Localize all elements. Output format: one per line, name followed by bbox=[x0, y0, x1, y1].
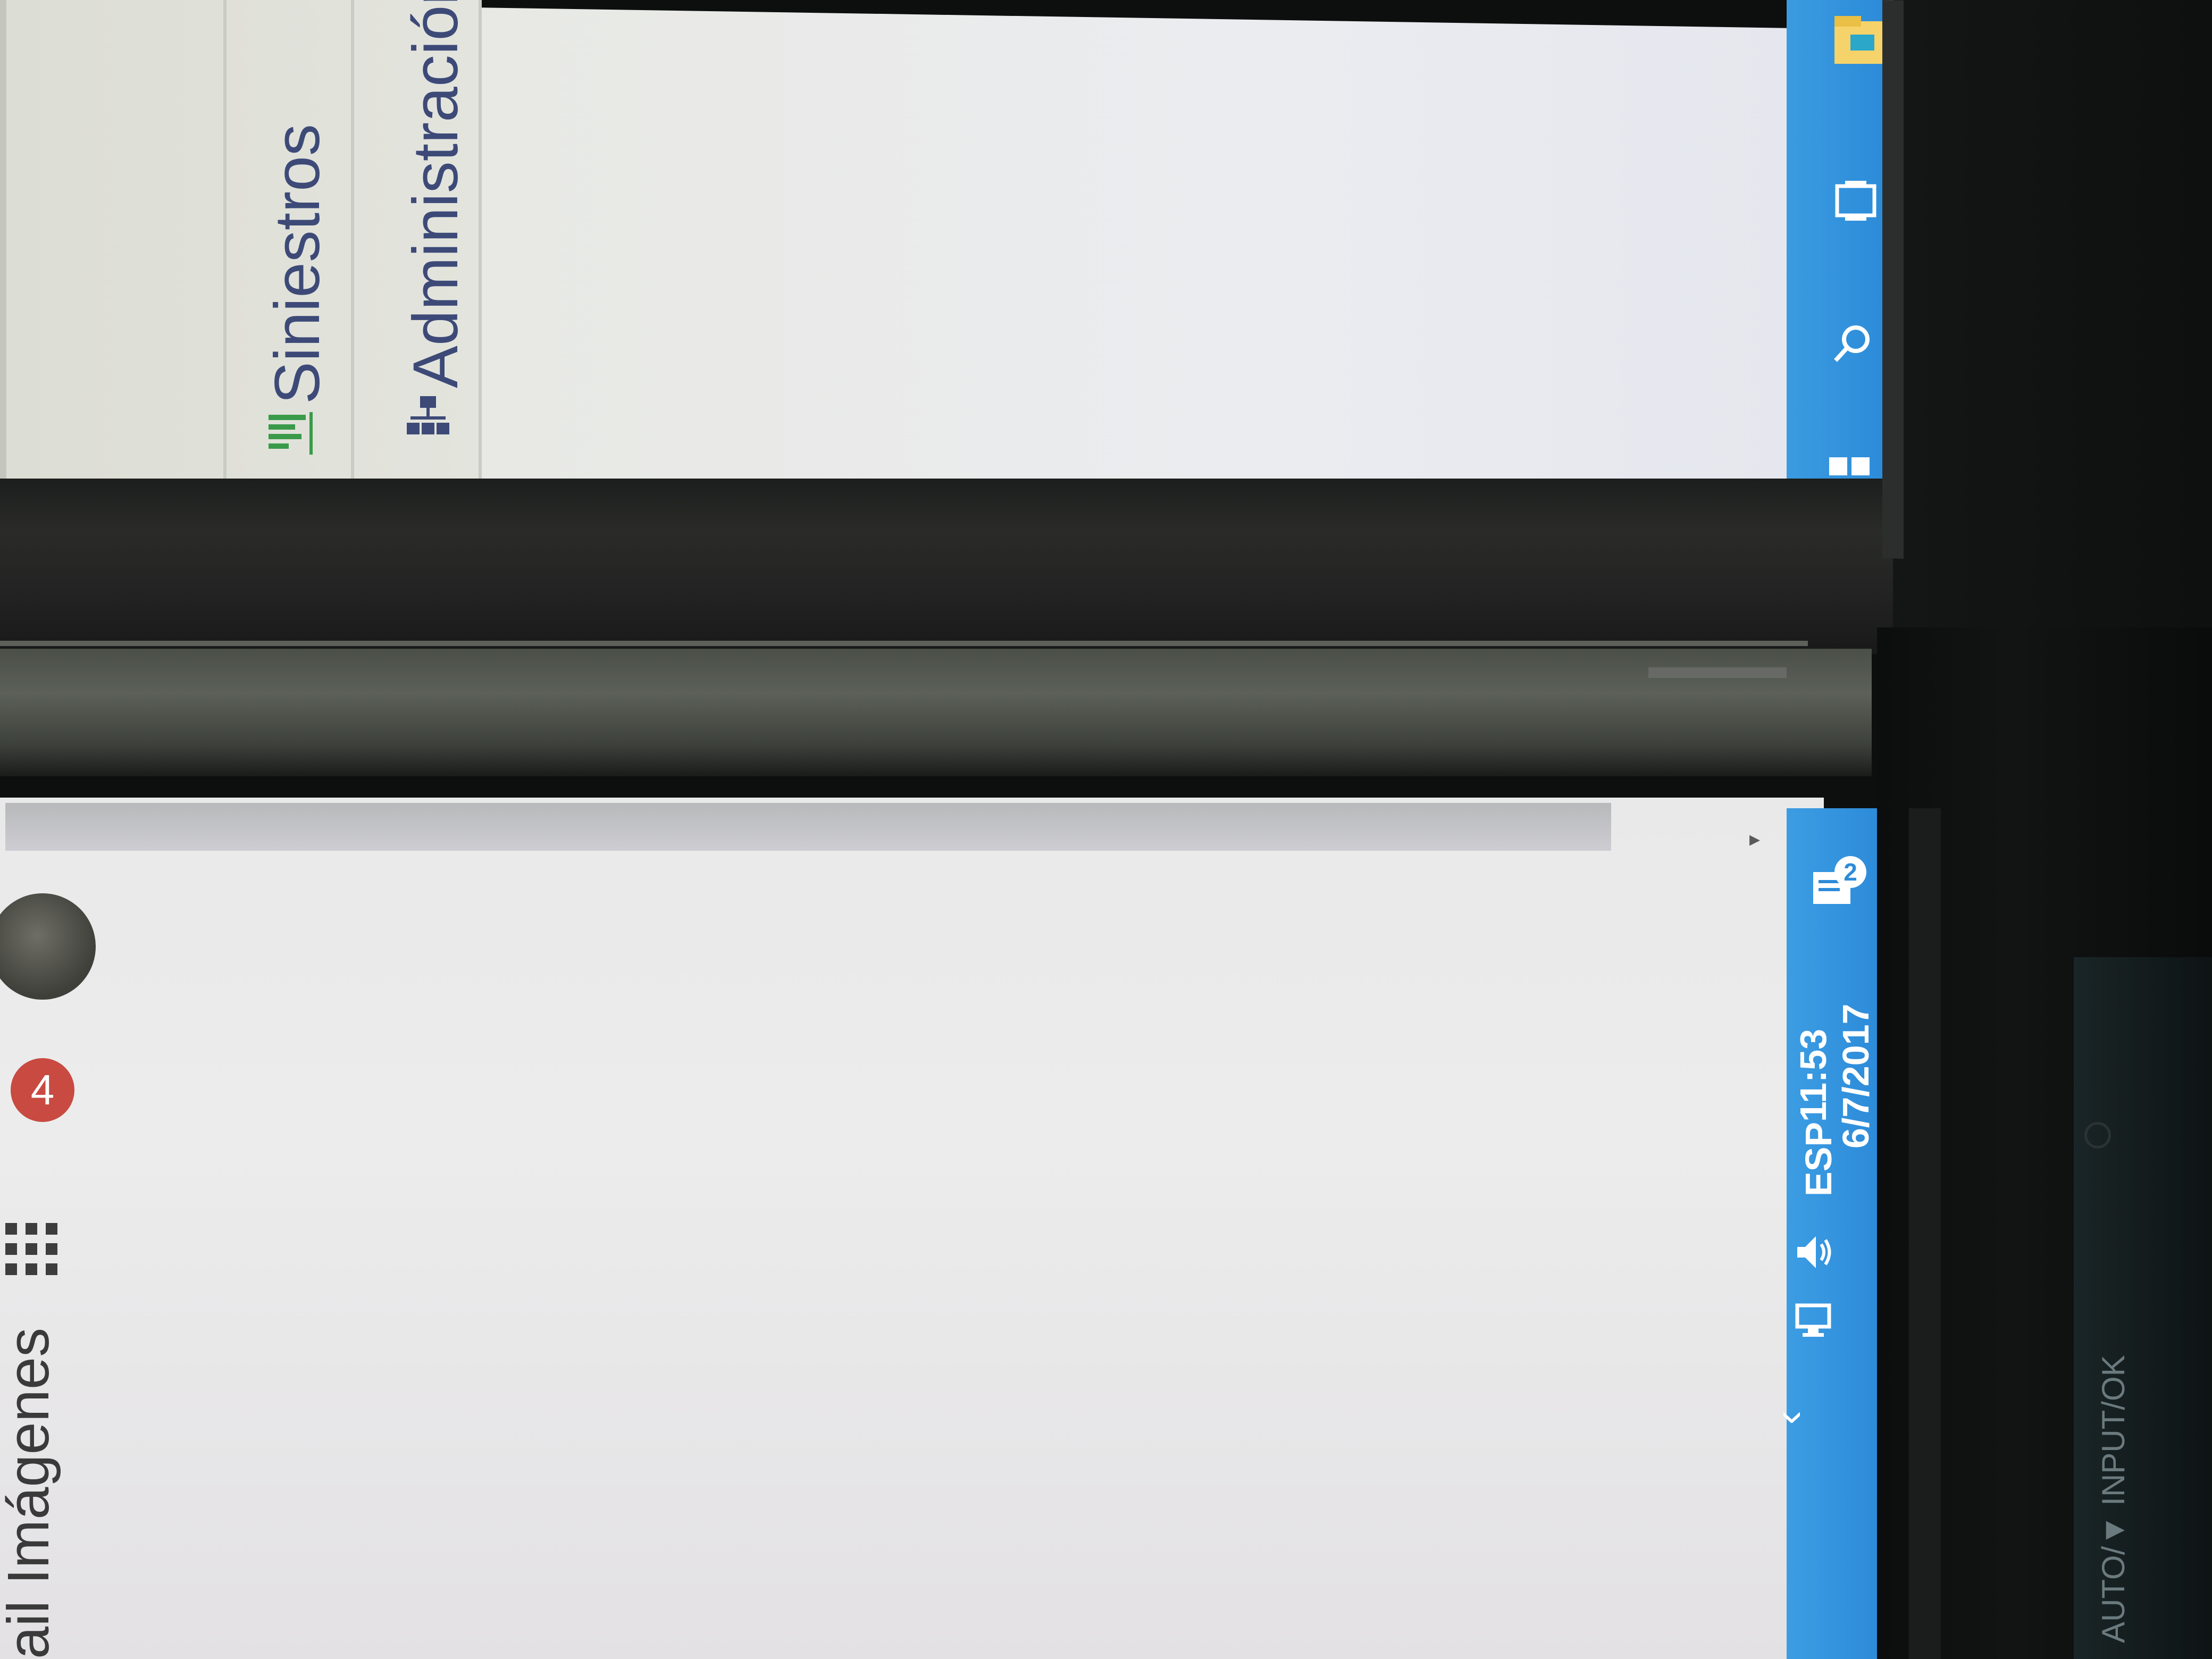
frame-edge bbox=[1909, 808, 1941, 1659]
notifications-badge[interactable]: 4 bbox=[11, 1058, 74, 1122]
nav-item-administracion[interactable]: Administración bbox=[393, 0, 473, 447]
sitemap-icon bbox=[407, 396, 449, 434]
network-icon[interactable] bbox=[1792, 1297, 1840, 1345]
clock[interactable]: 11:53 6/7/2017 bbox=[1792, 968, 1876, 1149]
power-button[interactable] bbox=[2084, 1122, 2111, 1149]
notification-count-badge: 2 bbox=[1834, 856, 1866, 888]
task-view-icon[interactable] bbox=[1829, 175, 1882, 229]
top-taskbar bbox=[1787, 0, 1893, 537]
nav-divider bbox=[223, 0, 227, 526]
top-monitor-bezel bbox=[0, 479, 1925, 654]
top-nav-edge bbox=[0, 0, 6, 532]
monitor-frame bbox=[1893, 0, 2212, 638]
gmail-link[interactable]: ail bbox=[0, 1601, 62, 1659]
apps-grid-icon[interactable] bbox=[5, 1223, 57, 1275]
clock-date: 6/7/2017 bbox=[1835, 1003, 1876, 1149]
bar-chart-icon bbox=[269, 412, 313, 455]
nav-divider bbox=[351, 0, 354, 526]
volume-icon[interactable] bbox=[1792, 1228, 1840, 1276]
bezel-seam bbox=[1648, 667, 1787, 678]
bottom-monitor-bezel bbox=[0, 649, 1872, 776]
horizontal-scrollbar[interactable] bbox=[5, 803, 1611, 851]
show-hidden-icons-icon[interactable]: ‹ bbox=[1764, 1411, 1813, 1425]
monitor-button-label: AUTO/▼ INPUT/OK bbox=[2096, 1355, 2131, 1643]
screen-edge bbox=[1882, 0, 1904, 559]
scroll-arrow-icon[interactable]: ▸ bbox=[1749, 827, 1760, 851]
clock-time: 11:53 bbox=[1792, 1028, 1834, 1122]
nav-item-label: Administración bbox=[400, 0, 471, 388]
nav-divider bbox=[479, 0, 482, 526]
action-center[interactable]: 2 bbox=[1808, 856, 1866, 920]
nav-item-label: Siniestros bbox=[262, 124, 333, 404]
search-icon[interactable] bbox=[1829, 319, 1877, 367]
bezel-edge bbox=[0, 641, 1808, 646]
frame-reflection bbox=[2074, 957, 2212, 1659]
bottom-monitor-screen bbox=[0, 798, 1824, 1659]
images-link[interactable]: Imágenes bbox=[0, 1328, 62, 1585]
nav-item-siniestros[interactable]: Siniestros bbox=[255, 124, 335, 455]
